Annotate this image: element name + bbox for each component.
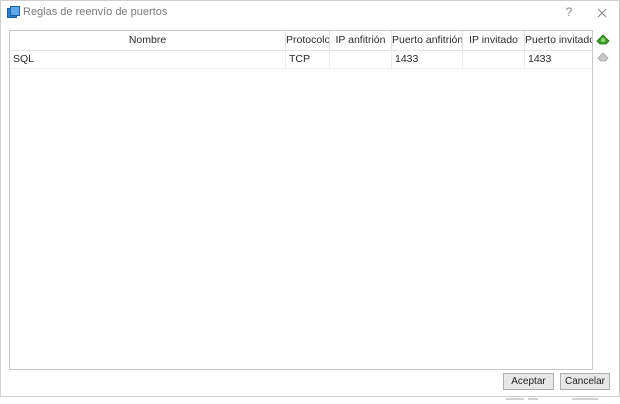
add-rule-icon[interactable]: [595, 32, 611, 48]
cell-protocol[interactable]: TCP: [286, 50, 330, 68]
column-header-host-ip[interactable]: IP anfitrión: [330, 31, 392, 50]
title-bar: Reglas de reenvío de puertos ?: [1, 1, 619, 25]
rules-table[interactable]: Nombre Protocolo IP anfitrión Puerto anf…: [9, 30, 593, 370]
remove-rule-icon[interactable]: [595, 49, 611, 65]
accept-button[interactable]: Aceptar: [503, 373, 554, 390]
help-icon[interactable]: ?: [561, 4, 577, 20]
dialog-title: Reglas de reenvío de puertos: [23, 6, 168, 18]
cell-guest-port[interactable]: 1433: [525, 50, 592, 68]
column-header-guest-ip[interactable]: IP invitado: [463, 31, 525, 50]
cancel-button[interactable]: Cancelar: [560, 373, 610, 390]
port-forwarding-dialog: Reglas de reenvío de puertos ? Nombre Pr…: [0, 0, 620, 400]
table-header: Nombre Protocolo IP anfitrión Puerto anf…: [10, 31, 592, 51]
table-row[interactable]: SQL TCP 1433 1433: [10, 50, 592, 69]
cell-guest-ip[interactable]: [463, 50, 525, 68]
cell-name[interactable]: SQL: [10, 50, 286, 68]
cell-host-ip[interactable]: [330, 50, 392, 68]
cell-host-port[interactable]: 1433: [392, 50, 463, 68]
column-header-guest-port[interactable]: Puerto invitado: [525, 31, 592, 50]
port-forwarding-icon: [7, 6, 20, 19]
close-icon[interactable]: [593, 4, 611, 22]
column-header-host-port[interactable]: Puerto anfitrión: [392, 31, 463, 50]
resize-grip[interactable]: [506, 392, 616, 400]
column-header-name[interactable]: Nombre: [10, 31, 286, 50]
column-header-protocol[interactable]: Protocolo: [286, 31, 330, 50]
